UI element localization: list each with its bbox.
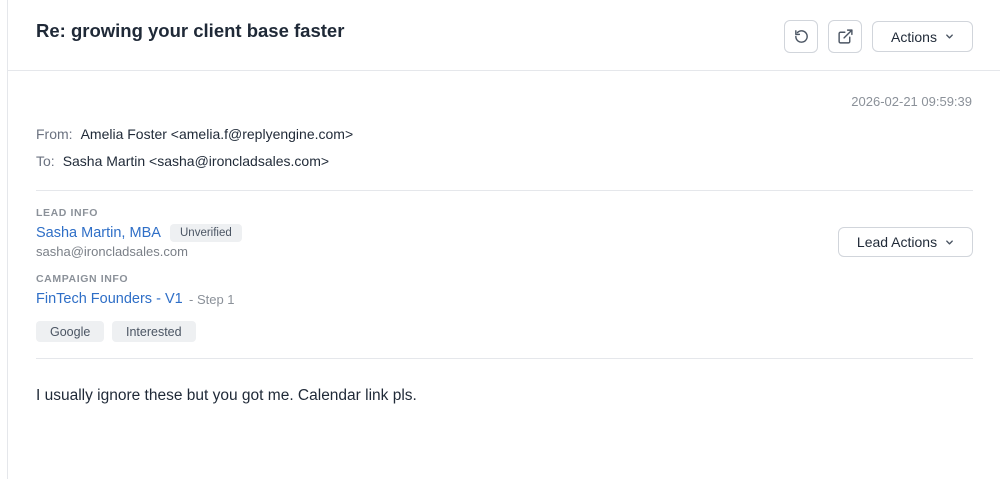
- chevron-down-icon: [946, 239, 953, 245]
- to-value: Sasha Martin <sasha@ironcladsales.com>: [62, 153, 330, 169]
- divider: [36, 358, 973, 359]
- status-badge: Unverified: [170, 224, 242, 242]
- undo-icon: [794, 30, 808, 43]
- email-timestamp: 2026-02-21 09:59:39: [851, 94, 972, 109]
- external-link-icon: [837, 29, 853, 44]
- lead-name-link[interactable]: Sasha Martin, MBA: [36, 225, 161, 241]
- campaign-name-link[interactable]: FinTech Founders - V1: [36, 291, 183, 307]
- lead-actions-dropdown-button[interactable]: Lead Actions: [838, 227, 973, 257]
- from-value: Amelia Foster <amelia.f@replyengine.com>: [80, 126, 354, 142]
- tag-interested: Interested: [112, 321, 196, 342]
- email-subject: Re: growing your client base faster: [36, 20, 345, 41]
- actions-label: Actions: [891, 28, 937, 45]
- lead-email: sasha@ironcladsales.com: [36, 244, 188, 259]
- to-row: To: Sasha Martin <sasha@ironcladsales.com…: [36, 153, 329, 169]
- lead-actions-label: Lead Actions: [856, 234, 938, 250]
- from-row: From: Amelia Foster <amelia.f@replyengine…: [36, 126, 353, 142]
- chevron-down-icon: [946, 34, 953, 39]
- email-detail-pane: Re: growing your client base faster Acti…: [7, 0, 1000, 479]
- email-header: Re: growing your client base faster Acti…: [8, 0, 1000, 71]
- campaign-step: - Step 1: [189, 292, 235, 307]
- from-label: From:: [36, 126, 73, 142]
- email-body: I usually ignore these but you got me. C…: [36, 387, 417, 404]
- divider: [36, 190, 973, 191]
- to-label: To:: [36, 153, 55, 169]
- open-external-button[interactable]: [828, 20, 862, 53]
- actions-dropdown-button[interactable]: Actions: [872, 21, 973, 52]
- undo-button[interactable]: [784, 20, 818, 53]
- campaign-info-label: CAMPAIGN INFO: [36, 273, 129, 285]
- tag-google: Google: [36, 321, 105, 342]
- lead-info-label: LEAD INFO: [36, 207, 98, 219]
